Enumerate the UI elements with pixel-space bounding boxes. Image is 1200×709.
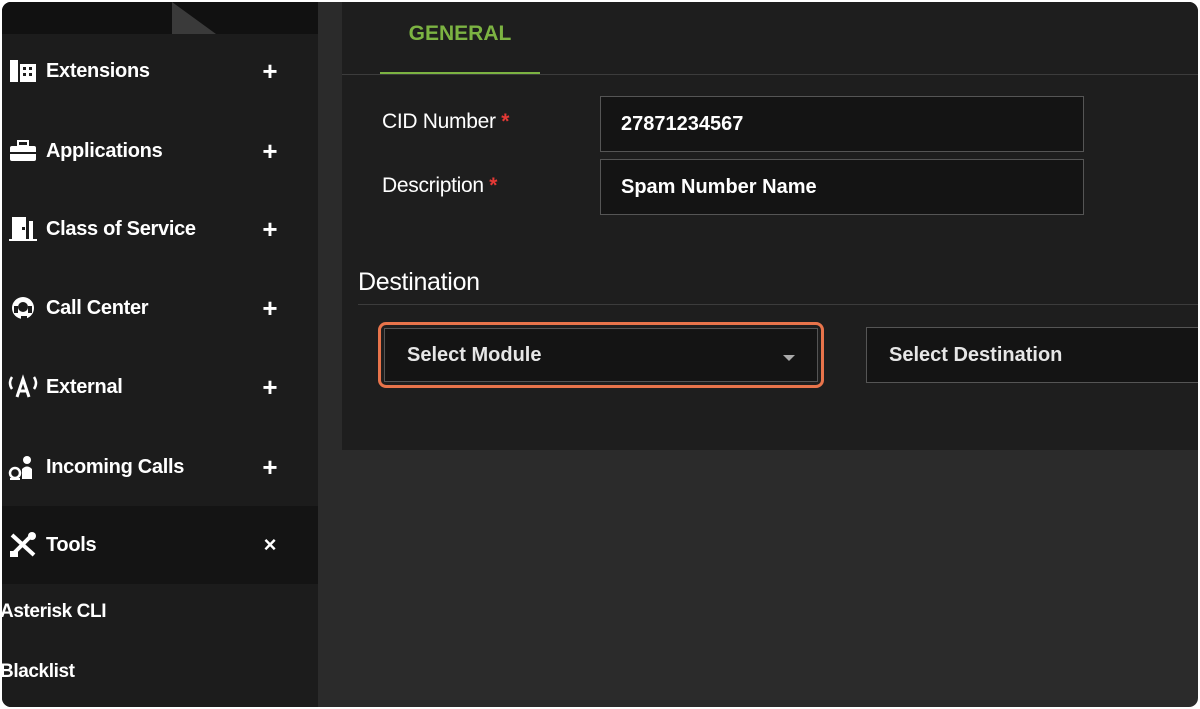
- sidebar-item-label: Incoming Calls: [46, 455, 185, 478]
- cid-number-label: CID Number *: [382, 110, 509, 134]
- sidebar-item-applications[interactable]: Applications +: [2, 112, 318, 190]
- sidebar-item-label: Extensions: [46, 59, 150, 82]
- description-value: Spam Number Name: [621, 175, 817, 198]
- chevron-down-icon: [783, 355, 795, 361]
- sidebar-item-class-of-service[interactable]: Class of Service +: [2, 190, 318, 268]
- required-mark: *: [489, 174, 498, 197]
- form-panel: GENERAL CID Number * 27871234567 Descrip…: [342, 2, 1198, 450]
- sidebar-item-call-center[interactable]: Call Center +: [2, 269, 318, 347]
- tab-divider: [342, 74, 1198, 75]
- tab-general[interactable]: GENERAL: [380, 2, 540, 74]
- sidebar-subitem-blacklist[interactable]: Blacklist: [2, 644, 318, 700]
- expand-icon[interactable]: +: [260, 452, 280, 483]
- description-field[interactable]: Spam Number Name: [600, 159, 1084, 215]
- sidebar-item-label: Applications: [46, 139, 163, 162]
- expand-icon[interactable]: +: [260, 293, 280, 324]
- select-module-dropdown[interactable]: Select Module: [384, 328, 818, 382]
- sidebar-notch: [172, 2, 216, 34]
- required-mark: *: [501, 110, 510, 133]
- select-destination-label: Select Destination: [889, 343, 1063, 366]
- extensions-icon: [6, 56, 40, 86]
- sidebar-item-label: Call Center: [46, 296, 149, 319]
- class-of-service-icon: [6, 214, 40, 244]
- sidebar-item-label: Class of Service: [46, 217, 196, 240]
- sidebar: Extensions + Applications + Class of Ser…: [2, 2, 318, 707]
- sidebar-item-tools[interactable]: Tools ×: [2, 506, 318, 584]
- headset-icon: [6, 293, 40, 323]
- sidebar-subitem-asterisk-cli[interactable]: Asterisk CLI: [2, 584, 318, 640]
- applications-icon: [6, 136, 40, 166]
- select-module-label: Select Module: [407, 343, 542, 366]
- cid-number-label-text: CID Number: [382, 110, 496, 133]
- antenna-icon: [6, 372, 40, 402]
- sidebar-item-label: Tools: [46, 533, 97, 556]
- sidebar-subitem-label: Asterisk CLI: [2, 601, 107, 622]
- expand-icon[interactable]: +: [260, 214, 280, 245]
- app-window: Extensions + Applications + Class of Ser…: [2, 2, 1198, 707]
- incoming-calls-icon: [6, 452, 40, 482]
- sidebar-item-external[interactable]: External +: [2, 348, 318, 426]
- expand-icon[interactable]: +: [260, 56, 280, 87]
- collapse-icon[interactable]: ×: [260, 532, 280, 558]
- cid-number-field[interactable]: 27871234567: [600, 96, 1084, 152]
- section-divider: [358, 304, 1198, 305]
- destination-title: Destination: [358, 268, 480, 296]
- expand-icon[interactable]: +: [260, 136, 280, 167]
- sidebar-item-extensions[interactable]: Extensions +: [2, 32, 318, 110]
- select-destination-dropdown[interactable]: Select Destination: [866, 327, 1198, 383]
- sidebar-item-incoming-calls[interactable]: Incoming Calls +: [2, 428, 318, 506]
- sidebar-subitem-label: Blacklist: [2, 661, 75, 682]
- description-label-text: Description: [382, 174, 484, 197]
- tools-icon: [6, 530, 40, 560]
- description-label: Description *: [382, 174, 497, 198]
- sidebar-header: [2, 2, 318, 34]
- sidebar-item-label: External: [46, 375, 123, 398]
- cid-number-value: 27871234567: [621, 112, 744, 135]
- expand-icon[interactable]: +: [260, 372, 280, 403]
